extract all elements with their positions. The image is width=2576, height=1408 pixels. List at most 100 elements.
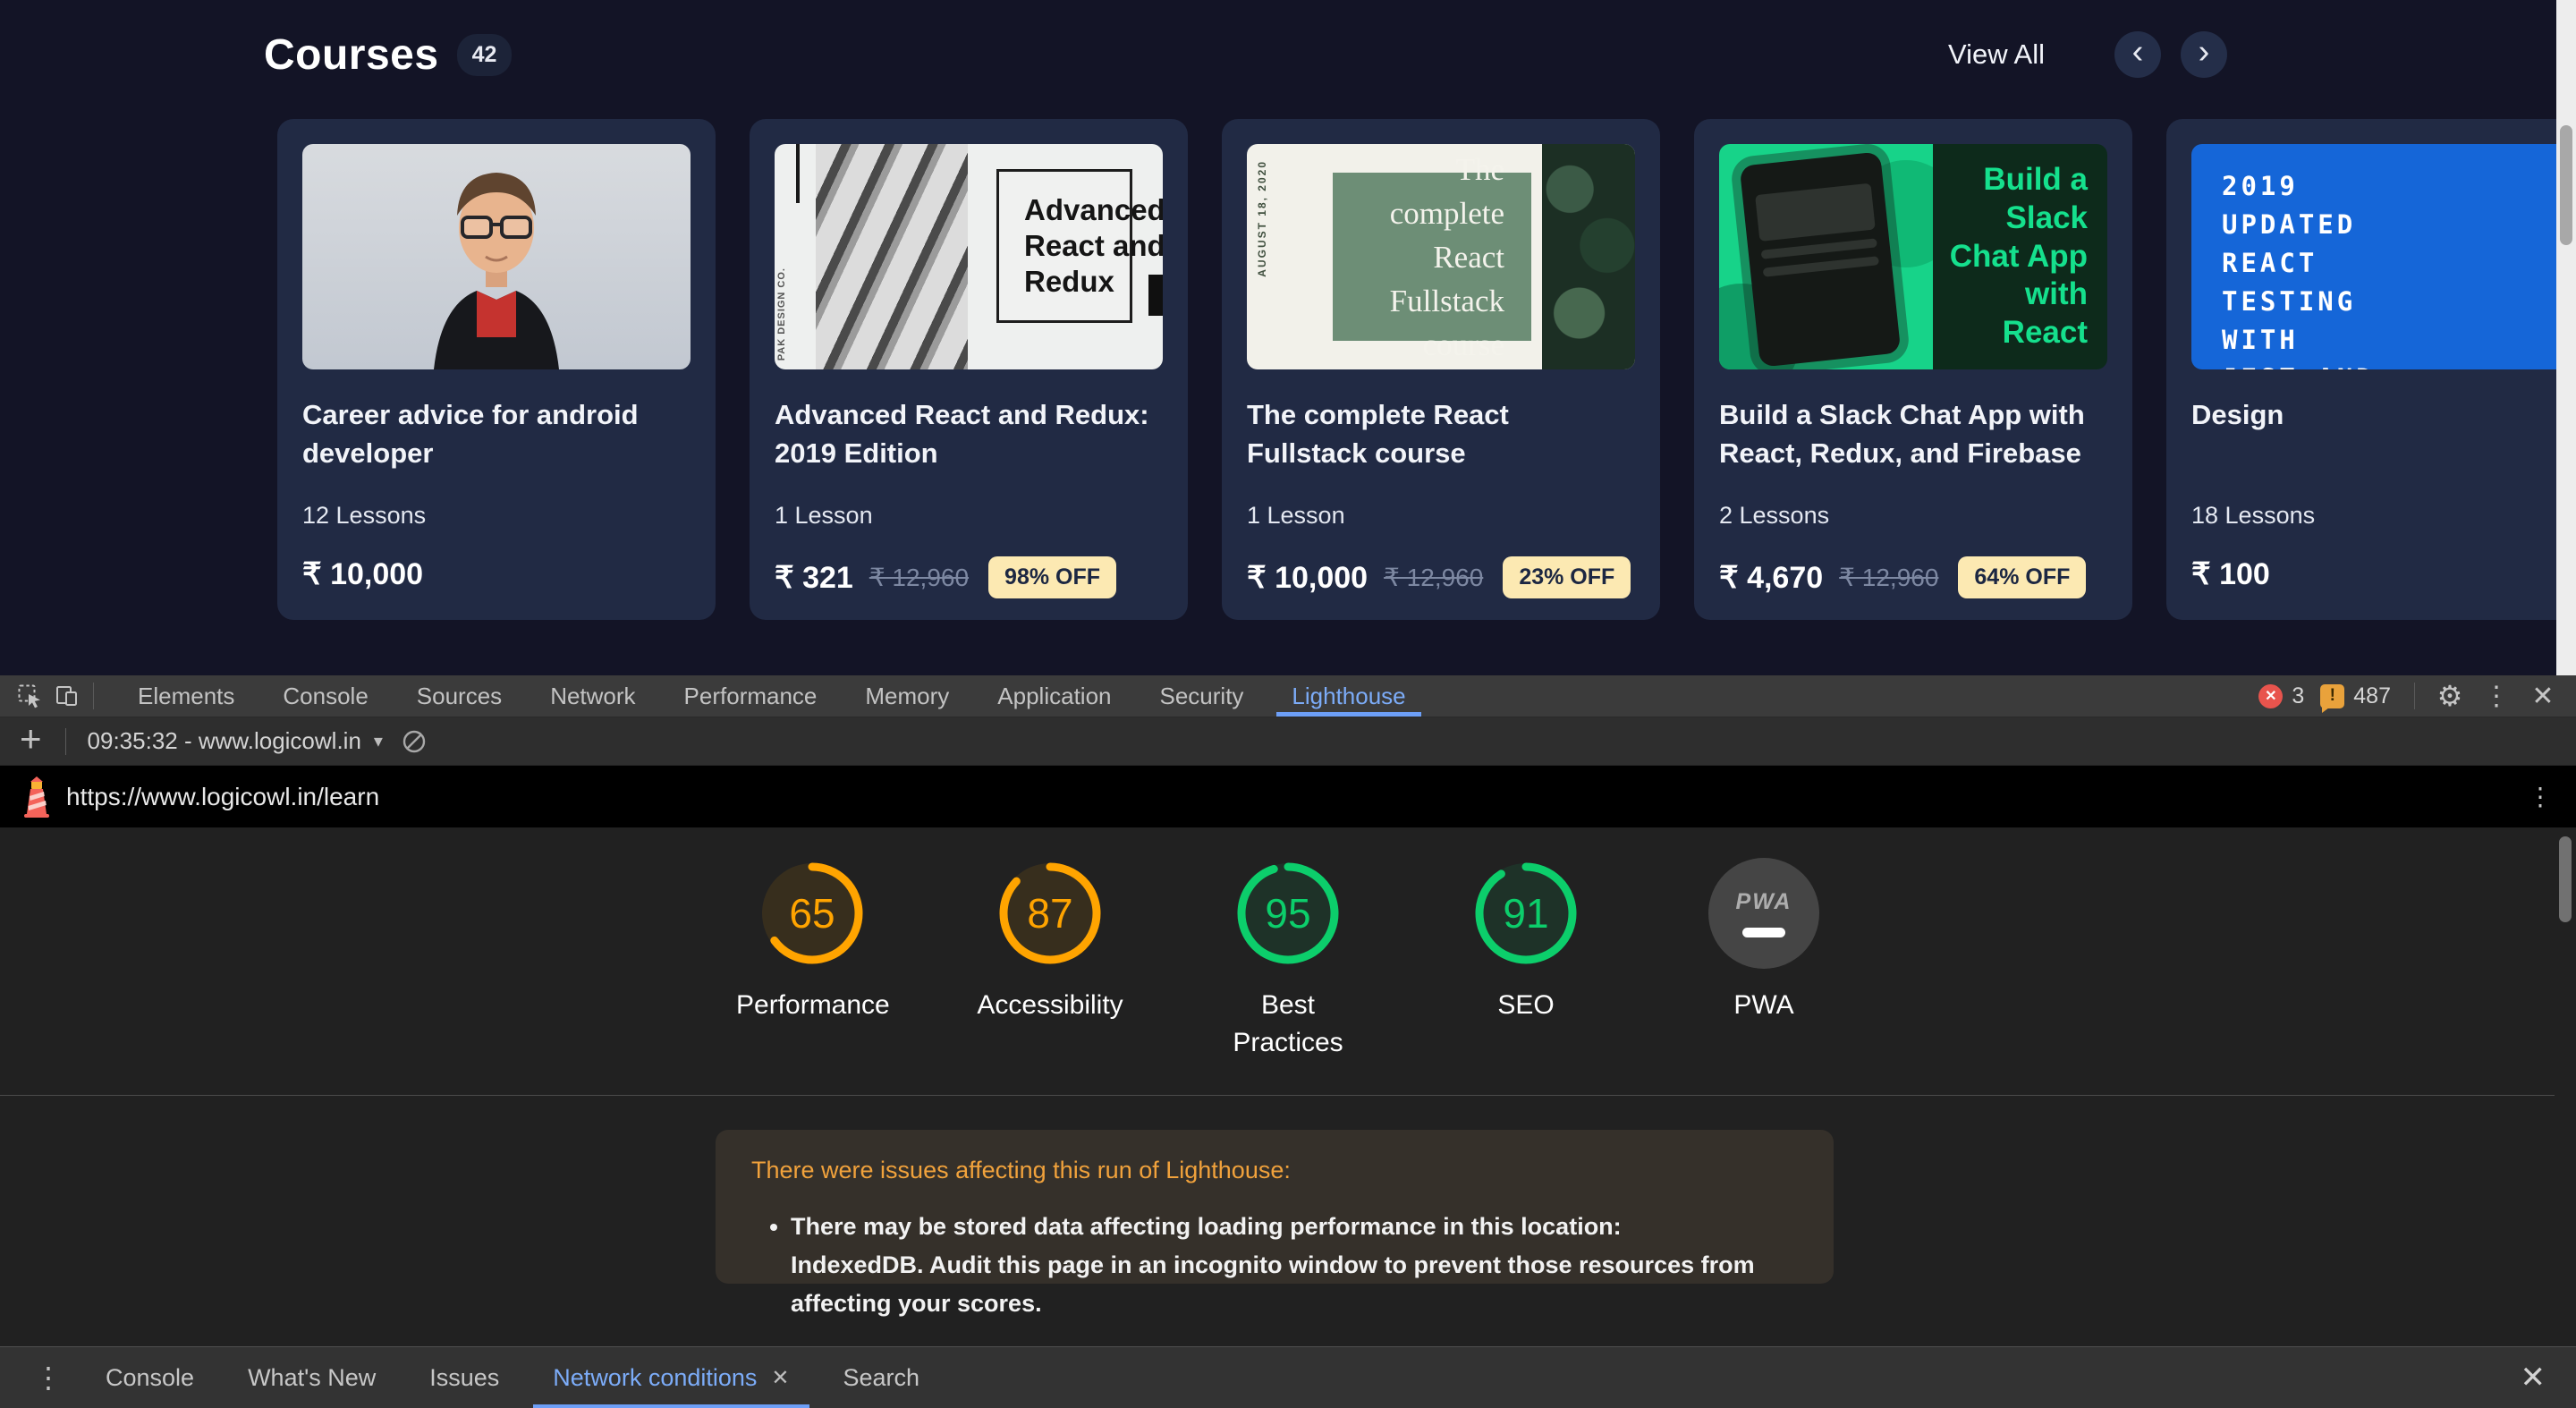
gauge-ring: 95 — [1233, 858, 1343, 969]
settings-button[interactable]: ⚙ — [2431, 675, 2469, 717]
close-icon: ✕ — [2531, 681, 2554, 712]
close-icon[interactable]: ✕ — [771, 1365, 789, 1391]
course-lessons: 1 Lesson — [1247, 502, 1635, 530]
course-price-row: ₹ 321₹ 12,96098% OFF — [775, 556, 1163, 598]
lighthouse-session-bar: + 09:35:32 - www.logicowl.in ▾ — [0, 717, 2576, 766]
drawer-menu-button[interactable]: ⋮ — [18, 1361, 79, 1395]
course-price: ₹ 4,670 — [1719, 560, 1823, 596]
course-card[interactable]: AUGUST 18, 2020The complete React Fullst… — [1222, 119, 1660, 620]
course-lessons: 18 Lessons — [2191, 502, 2556, 530]
course-image: 2019UPDATEDREACTTESTINGWITHJEST ANDENZYM… — [2191, 144, 2556, 369]
course-card[interactable]: PAK DESIGN CO. Advanced React and ReduxAd… — [750, 119, 1188, 620]
drawer-tab-what-s-new[interactable]: What's New — [221, 1347, 402, 1408]
course-price-row: ₹ 10,000 — [302, 556, 691, 592]
gauge-score: 95 — [1233, 858, 1343, 969]
error-icon[interactable]: ✕ — [2258, 684, 2283, 708]
course-price: ₹ 10,000 — [302, 556, 423, 592]
tab-memory[interactable]: Memory — [841, 675, 973, 717]
audited-url: https://www.logicowl.in/learn — [66, 783, 379, 811]
lighthouse-gauge-seo[interactable]: 91SEO — [1438, 858, 1614, 1062]
kebab-icon: ⋮ — [34, 1361, 63, 1394]
course-card[interactable]: Build a Slack Chat App with ReactBuild a… — [1694, 119, 2132, 620]
design-edge-bar — [1148, 275, 1163, 316]
warning-icon[interactable]: ! — [2320, 684, 2344, 708]
pwa-dash-icon — [1742, 928, 1785, 937]
sage-heading: The complete React Fullstack course — [1360, 148, 1504, 367]
devtools-close-button[interactable]: ✕ — [2524, 675, 2562, 717]
tab-sources[interactable]: Sources — [393, 675, 526, 717]
drawer-tab-search[interactable]: Search — [817, 1347, 947, 1408]
block-icon — [402, 729, 427, 754]
tab-lighthouse[interactable]: Lighthouse — [1267, 675, 1429, 717]
lighthouse-gauge-performance[interactable]: 65 Performance — [724, 858, 900, 1062]
drawer-close-button[interactable]: ✕ — [2521, 1360, 2559, 1395]
tab-performance[interactable]: Performance — [660, 675, 842, 717]
drawer-tab-label: What's New — [248, 1364, 376, 1392]
devtools-menu-button[interactable]: ⋮ — [2478, 675, 2515, 717]
gauge-label: Accessibility — [977, 987, 1123, 1024]
lighthouse-gauge-pwa[interactable]: PWA PWA — [1676, 858, 1852, 1062]
tab-security[interactable]: Security — [1136, 675, 1268, 717]
slack-image-right: Build a Slack Chat App with React — [1933, 144, 2107, 369]
report-selector-dropdown[interactable]: 09:35:32 - www.logicowl.in ▾ — [88, 727, 383, 755]
course-title: Career advice for android developer — [302, 396, 691, 502]
clear-reports-button[interactable] — [395, 717, 433, 765]
course-count-badge: 42 — [457, 34, 513, 76]
course-card[interactable]: Career advice for android developer12 Le… — [277, 119, 716, 620]
lighthouse-icon — [20, 776, 54, 818]
new-audit-button[interactable]: + — [0, 717, 58, 766]
error-count[interactable]: 3 — [2292, 683, 2304, 709]
lighthouse-warning-box: There were issues affecting this run of … — [716, 1130, 1834, 1284]
discount-badge: 64% OFF — [1958, 556, 2086, 598]
design-side-label: PAK DESIGN CO. — [776, 267, 796, 360]
chevron-right-icon: › — [2199, 35, 2210, 69]
tab-console[interactable]: Console — [258, 675, 392, 717]
course-card[interactable]: 2019UPDATEDREACTTESTINGWITHJEST ANDENZYM… — [2166, 119, 2556, 620]
gauge-label: Performance — [736, 987, 888, 1024]
gauge-ring: 87 — [995, 858, 1106, 969]
drawer-tab-label: Network conditions — [553, 1364, 757, 1392]
inspect-element-button[interactable] — [11, 675, 48, 717]
chevron-down-icon: ▾ — [374, 730, 383, 752]
course-title: The complete React Fullstack course — [1247, 396, 1635, 502]
chevron-left-icon: ‹ — [2132, 35, 2144, 69]
drawer-tab-network-conditions[interactable]: Network conditions ✕ — [526, 1347, 816, 1408]
blue-cover-text: 2019UPDATEDREACTTESTINGWITHJEST ANDENZYM… — [2222, 167, 2556, 369]
tab-application[interactable]: Application — [973, 675, 1135, 717]
warning-count[interactable]: 487 — [2353, 683, 2391, 709]
report-menu-button[interactable]: ⋮ — [2528, 782, 2553, 811]
carousel-prev-button[interactable]: ‹ — [2114, 31, 2161, 78]
page-title: Courses — [264, 30, 439, 80]
phone-screen-block — [1763, 256, 1879, 277]
screen: Courses 42 View All ‹ › Career advice fo… — [0, 0, 2576, 1408]
gauge-ring: 65 — [757, 858, 868, 969]
session-bar-divider — [65, 728, 66, 755]
device-toolbar-button[interactable] — [48, 675, 86, 717]
carousel-next-button[interactable]: › — [2181, 31, 2227, 78]
devtools-tabbar-right: ✕ 3 ! 487 ⚙ ⋮ ✕ — [2258, 675, 2576, 717]
lighthouse-gauge-accessibility[interactable]: 87 Accessibility — [962, 858, 1138, 1062]
kebab-icon: ⋮ — [2528, 783, 2553, 810]
phone-screen-block — [1755, 183, 1876, 242]
report-selector-value: 09:35:32 - www.logicowl.in — [88, 727, 361, 755]
drawer-tab-console[interactable]: Console — [79, 1347, 221, 1408]
course-image: PAK DESIGN CO. Advanced React and Redux — [775, 144, 1163, 369]
tab-elements[interactable]: Elements — [114, 675, 258, 717]
view-all-link[interactable]: View All — [1948, 38, 2045, 71]
page-scrollbar-thumb[interactable] — [2560, 125, 2572, 245]
discount-badge: 98% OFF — [988, 556, 1116, 598]
course-card-row: Career advice for android developer12 Le… — [0, 119, 2556, 622]
slack-heading: Build a Slack Chat App with React — [1933, 161, 2088, 352]
gauge-score: 87 — [995, 858, 1106, 969]
sage-title-panel: The complete React Fullstack course — [1333, 173, 1531, 341]
gauge-label: PWA — [1733, 987, 1793, 1024]
drawer-tab-issues[interactable]: Issues — [402, 1347, 526, 1408]
pwa-badge-text: PWA — [1736, 889, 1792, 915]
design-heading: Advanced React and Redux — [1024, 192, 1163, 301]
lighthouse-gauge-best-practices[interactable]: 95Best Practices — [1200, 858, 1376, 1062]
courses-page-section: Courses 42 View All ‹ › Career advice fo… — [0, 0, 2576, 675]
report-scrollbar-thumb[interactable] — [2559, 836, 2572, 922]
tab-network[interactable]: Network — [526, 675, 659, 717]
page-scrollbar[interactable] — [2556, 0, 2576, 675]
toolbar-divider — [93, 683, 94, 709]
